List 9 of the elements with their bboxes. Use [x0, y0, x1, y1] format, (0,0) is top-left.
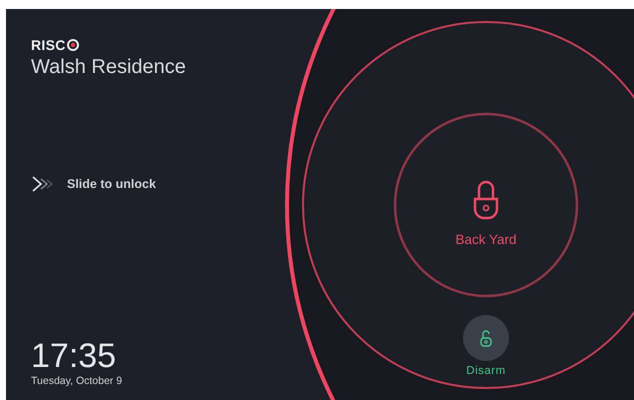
clock-date: Tuesday, October 9 [31, 375, 124, 387]
clock-time: 17:35 [31, 337, 118, 375]
brand-logo-text: RISC [31, 37, 66, 53]
zone-name: Back Yard [455, 232, 517, 247]
slide-to-unlock[interactable]: Slide to unlock [31, 175, 156, 193]
logo-icon [66, 39, 79, 51]
disarm-label: Disarm [466, 365, 506, 377]
site-title: Walsh Residence [31, 56, 187, 79]
unlocked-padlock-icon [480, 330, 492, 346]
